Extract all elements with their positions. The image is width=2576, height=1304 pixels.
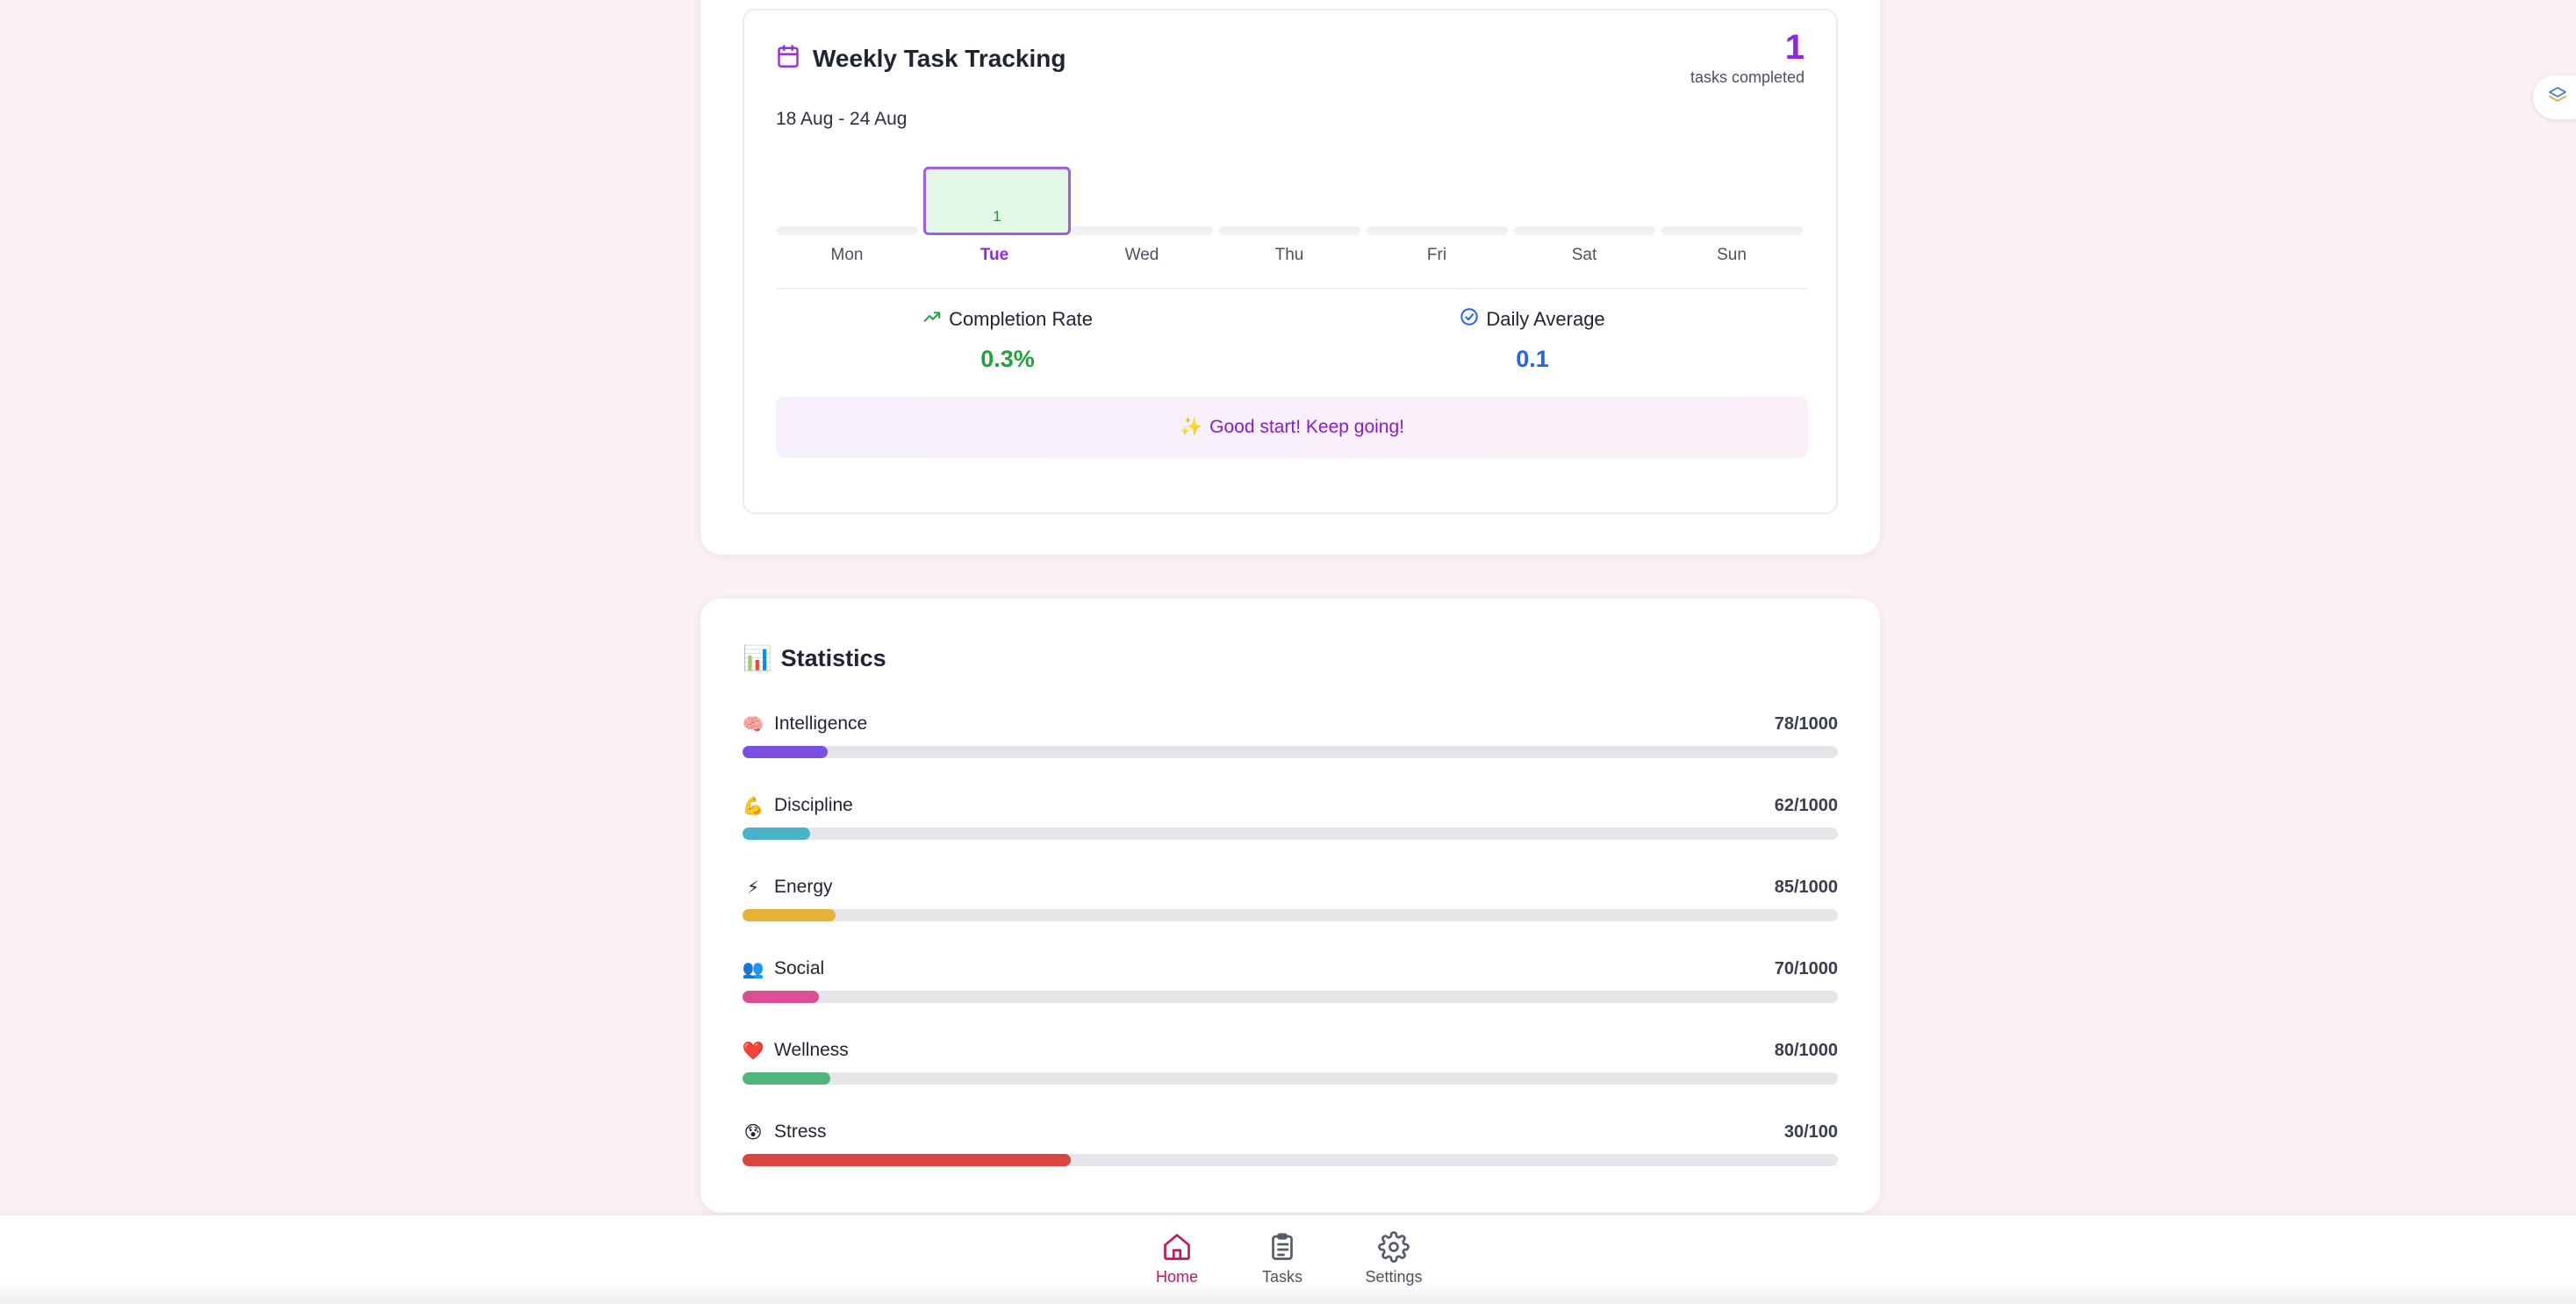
- stat-progress-track: [743, 991, 1838, 1003]
- nav-tasks[interactable]: Tasks: [1243, 1231, 1322, 1286]
- day-sat[interactable]: Sat: [1513, 167, 1655, 272]
- stat-progress-fill: [743, 991, 820, 1003]
- weekly-divider: [776, 288, 1808, 290]
- calendar-icon: [776, 44, 800, 73]
- stat-name: Discipline: [774, 795, 853, 815]
- day-bar: [1218, 226, 1360, 235]
- stat-social: 👥 Social 70/1000: [743, 956, 1838, 1017]
- stat-value: 78/1000: [1774, 713, 1838, 734]
- nav-home[interactable]: Home: [1137, 1231, 1216, 1286]
- daily-average-metric: Daily Average 0.1: [1357, 307, 1708, 373]
- day-bar: [776, 226, 918, 235]
- weekly-tracking-panel: Weekly Task Tracking 1 tasks completed 1…: [743, 9, 1838, 514]
- stat-progress-track: [743, 1154, 1838, 1166]
- day-label: Sat: [1571, 246, 1597, 264]
- bottom-edge-shadow: [0, 1281, 2576, 1304]
- day-label: Wed: [1124, 246, 1159, 264]
- daily-average-label: Daily Average: [1486, 308, 1605, 330]
- stat-energy: ⚡ Energy 85/1000: [743, 874, 1838, 935]
- day-bar: [1366, 226, 1508, 235]
- day-bar-value: 1: [993, 208, 1001, 225]
- statistics-card: 📊 Statistics 🧠 Intelligence 78/1000 💪 Di…: [700, 598, 1880, 1213]
- stat-progress-fill: [743, 1072, 830, 1085]
- stat-value: 80/1000: [1774, 1040, 1838, 1060]
- statistics-header: 📊 Statistics: [743, 644, 886, 672]
- day-label: Thu: [1274, 246, 1304, 264]
- stat-progress-track: [743, 1072, 1838, 1085]
- nav-settings[interactable]: Settings: [1354, 1231, 1433, 1286]
- day-bar: [1661, 226, 1803, 235]
- weekly-header: Weekly Task Tracking: [776, 44, 1066, 73]
- heart-icon: ❤️: [742, 1041, 764, 1061]
- stat-progress-fill: [743, 746, 829, 758]
- stat-name: Stress: [774, 1121, 827, 1142]
- day-fri[interactable]: Fri: [1366, 167, 1508, 272]
- stat-value: 85/1000: [1774, 877, 1838, 897]
- day-label: Fri: [1426, 246, 1447, 264]
- day-mon[interactable]: Mon: [776, 167, 918, 272]
- completion-rate-label: Completion Rate: [949, 308, 1093, 330]
- flexed-arm-icon: 💪: [742, 796, 764, 816]
- stat-name: Energy: [774, 877, 833, 897]
- gear-icon: [1354, 1231, 1433, 1263]
- week-date-range: 18 Aug - 24 Aug: [776, 109, 908, 129]
- statistics-title: Statistics: [780, 644, 886, 671]
- stat-progress-fill: [743, 1154, 1072, 1166]
- day-bar-active: 1: [923, 167, 1071, 235]
- stat-progress-fill: [743, 909, 836, 921]
- tasks-completed-count: 1: [1784, 28, 1805, 67]
- day-wed[interactable]: Wed: [1071, 167, 1213, 272]
- stat-value: 30/100: [1783, 1121, 1838, 1142]
- layers-icon: [2547, 85, 2568, 111]
- bar-chart-icon: 📊: [743, 645, 772, 671]
- sparkles-icon: ✨: [1180, 417, 1203, 437]
- day-label: Mon: [830, 246, 864, 264]
- day-sun[interactable]: Sun: [1661, 167, 1803, 272]
- tasks-completed-summary: 1 tasks completed: [1690, 26, 1805, 87]
- anxious-face-icon: 😰: [743, 1122, 763, 1143]
- daily-average-value: 0.1: [1516, 346, 1549, 372]
- completion-rate-metric: Completion Rate 0.3%: [832, 307, 1183, 373]
- clipboard-list-icon: [1243, 1231, 1322, 1263]
- people-icon: 👥: [742, 959, 764, 979]
- motivation-text: Good start! Keep going!: [1209, 417, 1404, 437]
- tasks-completed-label: tasks completed: [1690, 68, 1805, 86]
- completion-rate-value: 0.3%: [980, 346, 1035, 372]
- stat-value: 62/1000: [1774, 795, 1838, 815]
- day-label: Tue: [979, 246, 1009, 264]
- weekly-tracking-card: Weekly Task Tracking 1 tasks completed 1…: [700, 0, 1880, 555]
- weekly-title: Weekly Task Tracking: [813, 44, 1066, 72]
- trending-up-icon: [922, 307, 942, 332]
- stat-wellness: ❤️ Wellness 80/1000: [743, 1037, 1838, 1099]
- stat-name: Social: [774, 958, 825, 978]
- day-bar: [1513, 226, 1655, 235]
- motivation-banner: ✨ Good start! Keep going!: [776, 397, 1808, 458]
- day-bar: [1071, 226, 1213, 235]
- home-icon: [1137, 1231, 1216, 1263]
- day-tue[interactable]: 1 Tue: [923, 167, 1071, 272]
- stat-progress-track: [743, 909, 1838, 921]
- stat-progress-track: [743, 828, 1838, 840]
- brain-icon: 🧠: [742, 714, 764, 734]
- day-thu[interactable]: Thu: [1218, 167, 1360, 272]
- lightning-icon: ⚡: [746, 878, 760, 898]
- weekly-day-bars: Mon 1 Tue Wed Thu Fri Sat Sun: [776, 167, 1808, 272]
- stat-progress-fill: [743, 828, 811, 840]
- stat-value: 70/1000: [1774, 958, 1838, 978]
- stat-name: Wellness: [774, 1040, 849, 1060]
- stat-progress-track: [743, 746, 1838, 758]
- stat-name: Intelligence: [774, 713, 868, 734]
- stat-discipline: 💪 Discipline 62/1000: [743, 792, 1838, 854]
- day-label: Sun: [1717, 246, 1747, 264]
- stat-intelligence: 🧠 Intelligence 78/1000: [743, 711, 1838, 772]
- check-circle-icon: [1460, 307, 1479, 332]
- stat-stress: 😰 Stress 30/100: [743, 1119, 1838, 1180]
- side-extension-tab[interactable]: [2533, 75, 2576, 119]
